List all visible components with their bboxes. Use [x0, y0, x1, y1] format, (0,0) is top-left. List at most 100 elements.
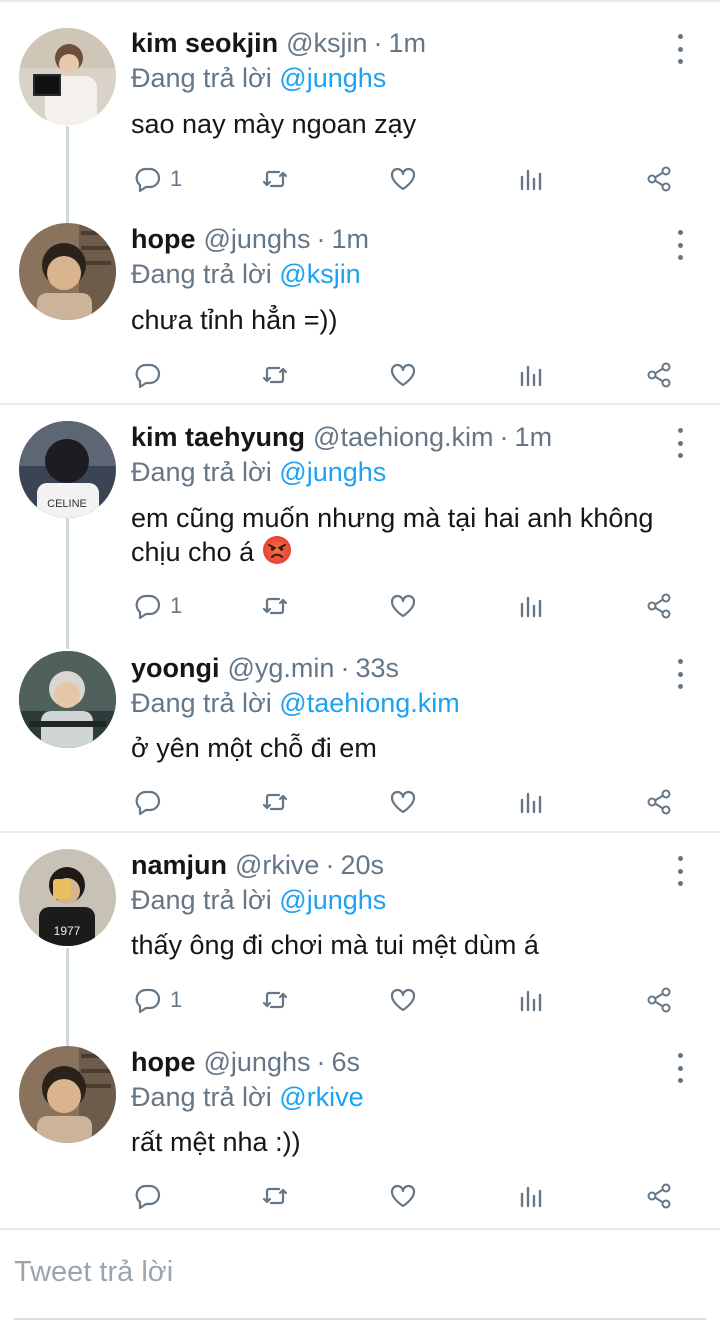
- tweet[interactable]: hope @junghs · 1m Đang trả lời @ksjin ch…: [0, 206, 720, 402]
- reply-input[interactable]: Tweet trả lời: [14, 1256, 173, 1289]
- avatar[interactable]: CELINE: [19, 421, 116, 518]
- timestamp[interactable]: 1m: [389, 26, 427, 60]
- share-button[interactable]: [645, 982, 673, 1018]
- share-button[interactable]: [645, 784, 673, 820]
- replying-to: Đang trả lời @ksjin: [131, 257, 361, 291]
- avatar[interactable]: [19, 651, 116, 748]
- tweet[interactable]: CELINE kim taehyung @taehiong.kim · 1m Đ…: [0, 405, 720, 635]
- separator-dot: ·: [499, 422, 509, 452]
- like-button[interactable]: [389, 588, 417, 624]
- retweet-icon: [262, 366, 288, 384]
- retweet-button[interactable]: [261, 1178, 289, 1214]
- bar-chart-icon: [520, 1186, 542, 1208]
- avatar[interactable]: 1977: [19, 849, 116, 946]
- analytics-button[interactable]: [517, 588, 545, 624]
- share-icon: [647, 789, 671, 815]
- like-button[interactable]: [389, 982, 417, 1018]
- tweet-actions: [0, 784, 720, 820]
- share-icon: [647, 166, 671, 192]
- mention-link[interactable]: @rkive: [279, 1082, 363, 1112]
- share-button[interactable]: [645, 357, 673, 393]
- tweet[interactable]: hope @junghs · 6s Đang trả lời @rkive rấ…: [0, 1030, 720, 1226]
- bar-chart-icon: [520, 365, 542, 387]
- display-name[interactable]: hope: [131, 1045, 196, 1079]
- analytics-button[interactable]: [517, 1178, 545, 1214]
- timestamp[interactable]: 33s: [355, 651, 399, 685]
- mention-link[interactable]: @junghs: [279, 885, 386, 915]
- user-handle[interactable]: @junghs: [204, 1045, 311, 1079]
- share-button[interactable]: [645, 161, 673, 197]
- avatar[interactable]: [19, 1046, 116, 1143]
- more-options-icon[interactable]: [670, 856, 690, 886]
- user-handle[interactable]: @ksjin: [286, 26, 367, 60]
- replying-to: Đang trả lời @rkive: [131, 1080, 364, 1114]
- replying-to-label: Đang trả lời: [131, 457, 272, 487]
- retweet-icon: [262, 1187, 288, 1205]
- replying-to-label: Đang trả lời: [131, 63, 272, 93]
- retweet-button[interactable]: [261, 982, 289, 1018]
- reply-icon: [135, 167, 161, 193]
- more-options-icon[interactable]: [670, 230, 690, 260]
- reply-button[interactable]: [134, 784, 170, 820]
- more-options-icon[interactable]: [670, 34, 690, 64]
- svg-text:CELINE: CELINE: [47, 498, 87, 510]
- like-button[interactable]: [389, 357, 417, 393]
- user-handle[interactable]: @yg.min: [228, 651, 335, 685]
- user-handle[interactable]: @junghs: [204, 222, 311, 256]
- svg-text:1977: 1977: [54, 924, 81, 938]
- reply-button[interactable]: [134, 1178, 170, 1214]
- analytics-button[interactable]: [517, 357, 545, 393]
- analytics-button[interactable]: [517, 161, 545, 197]
- reply-composer: Tweet trả lời: [0, 1228, 720, 1322]
- display-name[interactable]: kim taehyung: [131, 420, 305, 454]
- user-handle[interactable]: @rkive: [235, 848, 319, 882]
- tweet[interactable]: 1977 namjun @rkive · 20s Đang trả lời @j…: [0, 833, 720, 1030]
- retweet-icon: [262, 991, 288, 1009]
- reply-button[interactable]: [134, 357, 170, 393]
- reply-icon: [135, 988, 161, 1014]
- timestamp[interactable]: 1m: [331, 222, 369, 256]
- share-button[interactable]: [645, 1178, 673, 1214]
- separator-dot: ·: [325, 850, 335, 880]
- mention-link[interactable]: @taehiong.kim: [279, 688, 460, 718]
- retweet-button[interactable]: [261, 357, 289, 393]
- share-button[interactable]: [645, 588, 673, 624]
- like-button[interactable]: [389, 784, 417, 820]
- retweet-button[interactable]: [261, 784, 289, 820]
- mention-link[interactable]: @junghs: [279, 457, 386, 487]
- more-options-icon[interactable]: [670, 659, 690, 689]
- display-name[interactable]: hope: [131, 222, 196, 256]
- timestamp[interactable]: 6s: [331, 1045, 360, 1079]
- mention-link[interactable]: @ksjin: [279, 259, 360, 289]
- analytics-button[interactable]: [517, 784, 545, 820]
- analytics-button[interactable]: [517, 982, 545, 1018]
- like-button[interactable]: [389, 161, 417, 197]
- tweet[interactable]: yoongi @yg.min · 33s Đang trả lời @taehi…: [0, 635, 720, 831]
- replying-to: Đang trả lời @junghs: [131, 455, 386, 489]
- replying-to-label: Đang trả lời: [131, 885, 272, 915]
- more-options-icon[interactable]: [670, 428, 690, 458]
- tweet[interactable]: kim seokjin @ksjin · 1m Đang trả lời @ju…: [0, 0, 720, 206]
- avatar[interactable]: [19, 28, 116, 125]
- reply-button[interactable]: 1: [134, 982, 182, 1018]
- timestamp[interactable]: 1m: [515, 420, 553, 454]
- separator-dot: ·: [316, 224, 326, 254]
- more-options-icon[interactable]: [670, 1053, 690, 1083]
- like-button[interactable]: [389, 1178, 417, 1214]
- replying-to-label: Đang trả lời: [131, 688, 272, 718]
- mention-link[interactable]: @junghs: [279, 63, 386, 93]
- avatar[interactable]: [19, 223, 116, 320]
- display-name[interactable]: namjun: [131, 848, 227, 882]
- reply-button[interactable]: 1: [134, 588, 182, 624]
- bar-chart-icon: [520, 169, 542, 191]
- display-name[interactable]: kim seokjin: [131, 26, 278, 60]
- reply-button[interactable]: 1: [134, 161, 182, 197]
- display-name[interactable]: yoongi: [131, 651, 220, 685]
- tweet-header: kim seokjin @ksjin · 1m: [131, 26, 426, 60]
- timestamp[interactable]: 20s: [340, 848, 384, 882]
- user-handle[interactable]: @taehiong.kim: [313, 420, 494, 454]
- tweet-header: hope @junghs · 6s: [131, 1045, 360, 1079]
- tweet-header: namjun @rkive · 20s: [131, 848, 384, 882]
- retweet-button[interactable]: [261, 161, 289, 197]
- retweet-button[interactable]: [261, 588, 289, 624]
